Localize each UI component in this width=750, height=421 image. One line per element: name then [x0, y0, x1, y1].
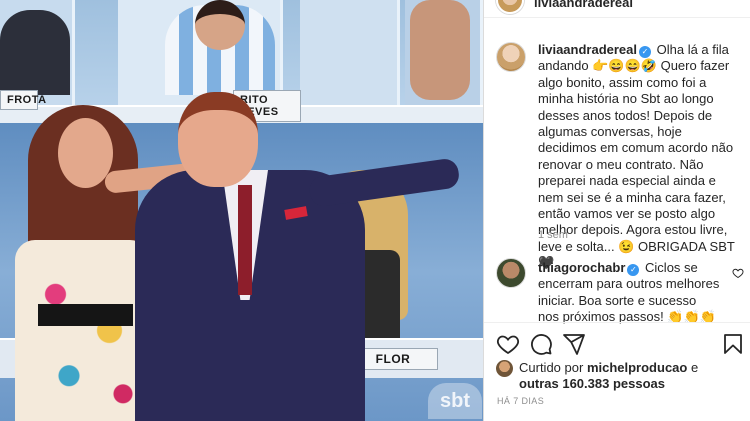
- person-head: [195, 0, 245, 50]
- woman-belt: [38, 304, 133, 326]
- header-avatar[interactable]: [496, 0, 524, 14]
- booth: [300, 0, 400, 105]
- sbt-watermark-logo: sbt: [428, 383, 482, 419]
- nameplate: FROTA: [0, 90, 46, 110]
- person-figure: [0, 10, 70, 95]
- share-icon[interactable]: [562, 332, 586, 356]
- likes-prefix: Curtido por: [519, 360, 584, 375]
- post-sidebar: liviaandradereal liviaandradereal ✓ Olha …: [483, 0, 750, 421]
- man-tie: [238, 185, 252, 295]
- likes-summary: Curtido por michelproducao e outras 160.…: [496, 360, 746, 392]
- likes-text: Curtido por michelproducao e outras 160.…: [519, 360, 749, 392]
- post-header: liviaandradereal: [484, 0, 750, 18]
- comment-avatar[interactable]: [496, 258, 526, 288]
- man-head: [178, 92, 258, 187]
- likes-connector: e: [690, 360, 699, 375]
- person-figure: [410, 0, 470, 100]
- post-image[interactable]: FROTA RITO TEVES DE FLOR sbt: [0, 0, 483, 421]
- comment-like-heart-icon[interactable]: [732, 267, 744, 279]
- caption-avatar[interactable]: [496, 42, 526, 72]
- caption-time[interactable]: 1 sem: [538, 229, 568, 241]
- comment-icon[interactable]: [529, 332, 553, 356]
- action-bar: [484, 330, 750, 358]
- heart-icon[interactable]: [496, 332, 520, 356]
- likes-others-link[interactable]: outras 160.383 pessoas: [519, 376, 665, 391]
- post-timestamp[interactable]: HÁ 7 DIAS: [497, 396, 544, 406]
- bookmark-icon[interactable]: [721, 332, 745, 356]
- caption-text-block: liviaandradereal ✓ Olha lá a fila andando…: [538, 42, 738, 272]
- comment-text-block: thiagorochabr ✓ Ciclos se encerram para o…: [538, 260, 720, 326]
- comment-username[interactable]: thiagorochabr: [538, 260, 625, 275]
- header-username[interactable]: liviaandradereal: [534, 0, 633, 10]
- verified-badge-icon: ✓: [639, 46, 651, 58]
- liker-avatar[interactable]: [496, 360, 513, 377]
- verified-badge-icon: ✓: [627, 264, 640, 276]
- caption-username[interactable]: liviaandradereal: [538, 42, 637, 57]
- woman-dress: [15, 240, 150, 421]
- liker-username[interactable]: michelproducao: [587, 360, 687, 375]
- divider: [484, 322, 750, 323]
